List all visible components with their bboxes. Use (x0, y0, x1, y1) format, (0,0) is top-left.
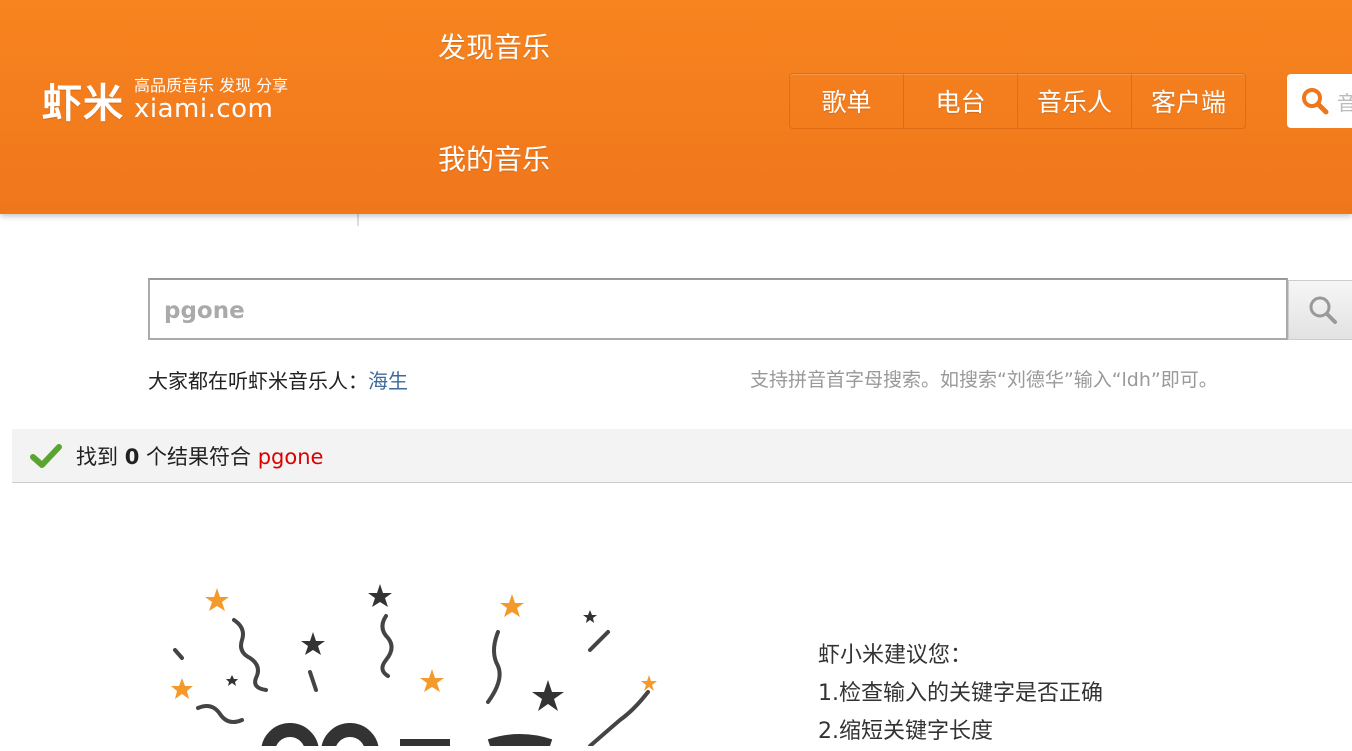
popular-hint: 大家都在听虾米音乐人：海生 (148, 365, 408, 394)
search-box (148, 278, 1288, 340)
search-button[interactable] (1288, 280, 1352, 340)
suggestion-block: 虾小米建议您： 1.检查输入的关键字是否正确 2.缩短关键字长度 (818, 637, 1103, 751)
subnav-radio[interactable]: 电台 (903, 74, 1017, 128)
result-text: 找到 0 个结果符合 pgone (76, 441, 323, 471)
xiami-logo[interactable]: 虾米 高品质音乐 发现 分享 xiami.com (42, 72, 288, 128)
logo-tagline: 高品质音乐 发现 分享 (134, 76, 289, 95)
subnav-client[interactable]: 客户端 (1131, 74, 1245, 128)
logo-mark: 虾米 (42, 81, 124, 127)
search-input[interactable] (162, 292, 1266, 330)
sub-navigation: 歌单 电台 音乐人 客户端 (789, 73, 1246, 129)
nav-discover-music[interactable]: 发现音乐 (438, 26, 550, 66)
suggestion-item: 2.缩短关键字长度 (818, 719, 993, 744)
popular-artist-link[interactable]: 海生 (368, 369, 408, 393)
result-count: 0 (124, 444, 140, 469)
logo-side: 高品质音乐 发现 分享 xiami.com (134, 76, 289, 124)
suggestion-title: 虾小米建议您： (818, 643, 973, 668)
logo-domain: xiami.com (134, 94, 274, 124)
subnav-musicians[interactable]: 音乐人 (1017, 74, 1131, 128)
check-icon (30, 443, 62, 468)
search-icon (1309, 296, 1337, 324)
top-header: 虾米 高品质音乐 发现 分享 xiami.com 发现音乐 我的音乐 歌单 电台… (0, 0, 1352, 214)
nav-my-music[interactable]: 我的音乐 (438, 138, 550, 178)
result-middle: 个结果符合 (146, 444, 251, 469)
no-result-illustration (171, 584, 657, 746)
header-search-field[interactable]: 音 (1287, 74, 1352, 128)
suggestion-item: 1.检查输入的关键字是否正确 (818, 681, 1103, 706)
subnav-playlists[interactable]: 歌单 (790, 74, 903, 128)
popular-prefix: 大家都在听虾米音乐人： (148, 369, 368, 393)
result-summary-bar: 找到 0 个结果符合 pgone (12, 429, 1352, 483)
pinyin-tip: 支持拼音首字母搜索。如搜索“刘德华”输入“ldh”即可。 (750, 369, 1218, 391)
header-search-placeholder: 音 (1337, 90, 1352, 115)
search-icon (1302, 88, 1329, 115)
result-keyword: pgone (257, 444, 324, 469)
result-prefix: 找到 (76, 444, 118, 469)
